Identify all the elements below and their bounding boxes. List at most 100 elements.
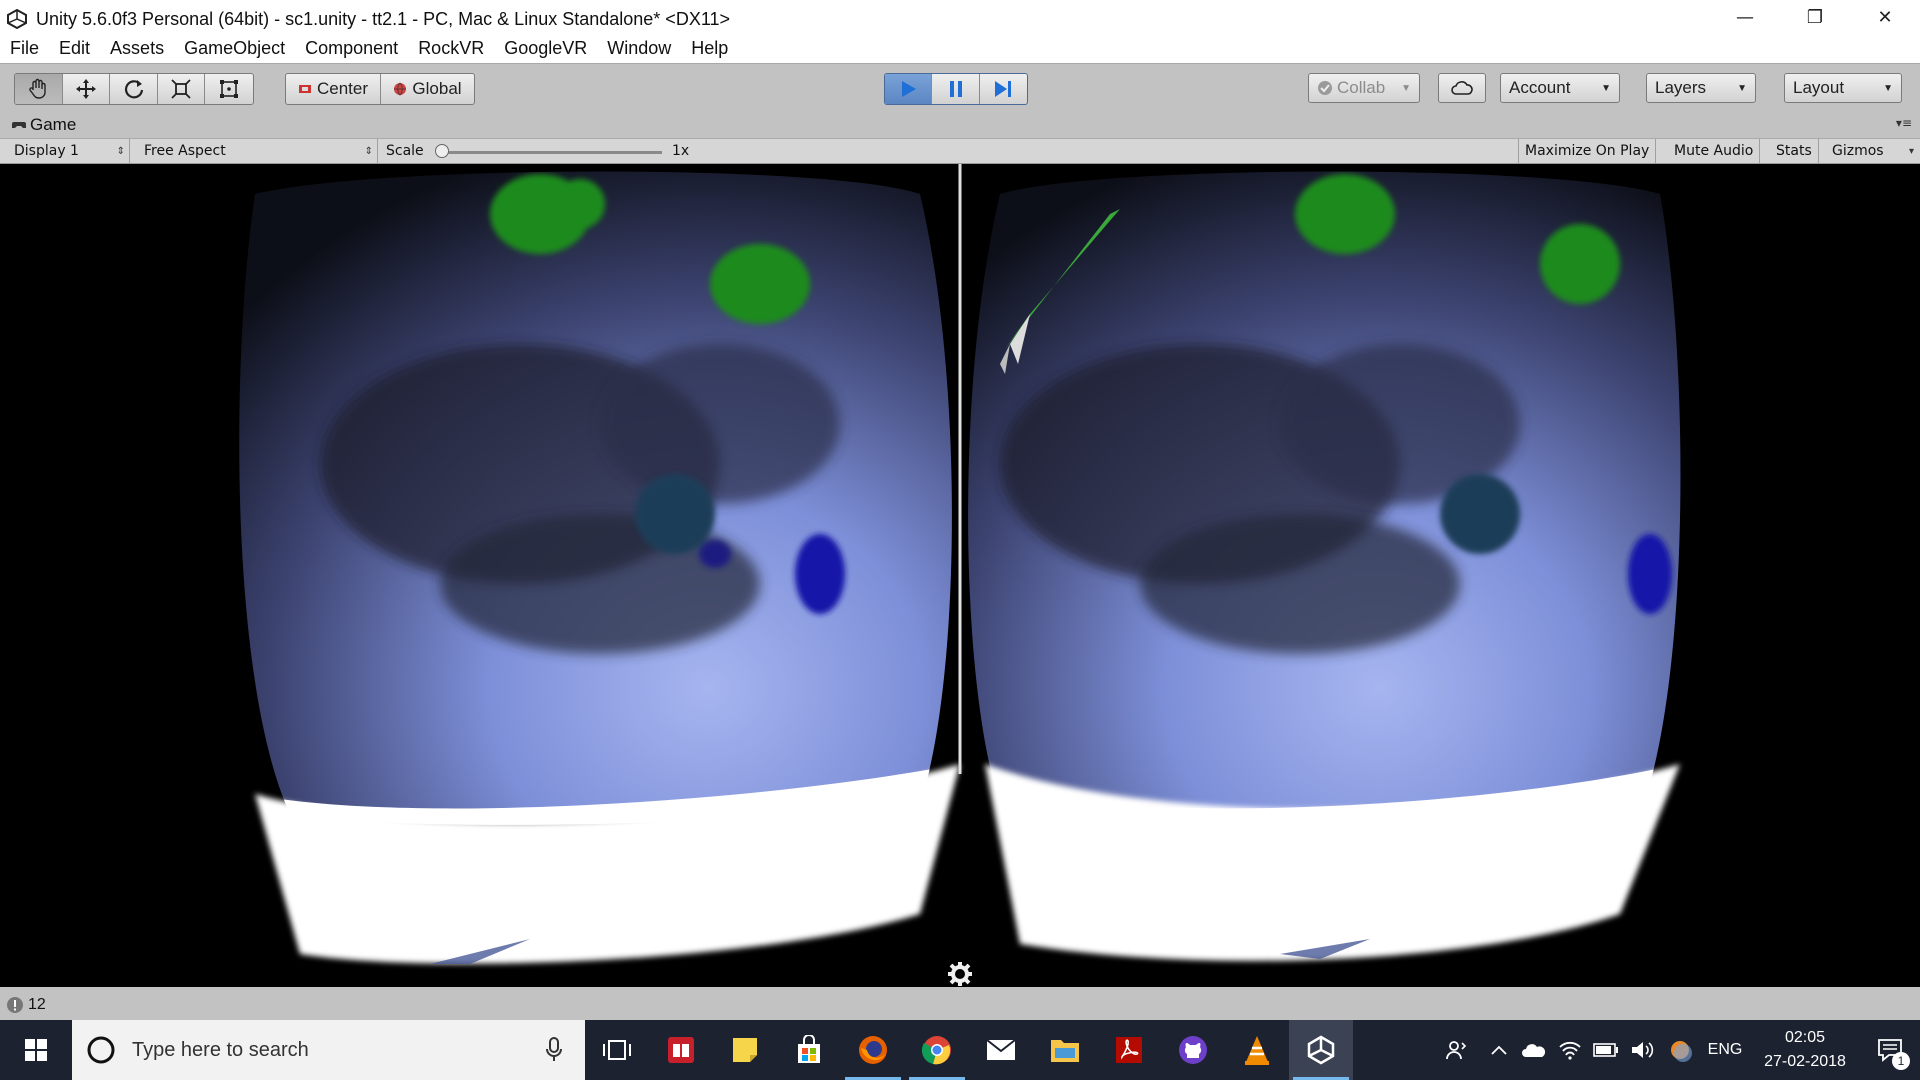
account-label: Account [1509,78,1571,97]
main-toolbar: Center Global Collab ▼ Account ▼ Layers … [0,65,1920,112]
folder-icon [1051,1040,1079,1062]
layers-dropdown[interactable]: Layers ▼ [1646,73,1756,103]
pivot-controls: Center Global [285,73,475,105]
clock[interactable]: 02:05 27-02-2018 [1750,1026,1860,1074]
menu-gameobject[interactable]: GameObject [184,38,285,59]
taskbar-mail[interactable] [969,1020,1033,1080]
pivot-center-button[interactable]: Center [286,74,381,104]
mail-icon [986,1039,1016,1060]
clock-time: 02:05 [1784,1029,1826,1046]
taskbar-chrome[interactable] [905,1020,969,1080]
cloud-icon [1451,81,1473,95]
panel-menu-icon[interactable]: ▾≡ [1896,116,1912,130]
volume-icon[interactable] [1624,1020,1660,1080]
scale-icon [171,79,191,99]
wifi-icon[interactable] [1552,1020,1588,1080]
search-placeholder: Type here to search [132,1038,309,1061]
play-button[interactable] [885,74,933,104]
weather-icon[interactable] [1660,1020,1700,1080]
warning-icon [7,997,23,1013]
stats-toggle[interactable]: Stats [1770,139,1819,163]
taskbar-store[interactable] [777,1020,841,1080]
rotate-tool-button[interactable] [110,74,158,104]
scale-label: Scale [386,143,424,159]
onedrive-icon[interactable] [1516,1020,1552,1080]
taskbar-unity[interactable] [1289,1020,1353,1080]
menu-component[interactable]: Component [305,38,398,59]
taskbar-reader-app[interactable] [649,1020,713,1080]
space-global-button[interactable]: Global [381,74,474,104]
game-view-header: Game ▾≡ [0,114,1920,136]
restore-button[interactable]: ❐ [1780,0,1850,34]
taskbar-vlc[interactable] [1225,1020,1289,1080]
layout-dropdown[interactable]: Layout ▼ [1784,73,1902,103]
taskbar-github[interactable] [1161,1020,1225,1080]
chevron-down-icon: ▼ [1601,82,1611,94]
sticky-notes-icon [733,1038,757,1062]
acrobat-icon [1116,1037,1142,1063]
updown-arrows-icon: ⇕ [364,145,373,157]
warning-count: 12 [28,996,46,1013]
globe-icon [394,82,407,96]
scale-slider-track[interactable] [440,151,662,154]
aspect-select[interactable]: Free Aspect ⇕ [138,139,378,163]
menu-window[interactable]: Window [607,38,671,59]
rect-transform-icon [220,80,239,98]
chevron-down-icon: ▼ [1737,82,1747,94]
language-indicator[interactable]: ENG [1700,1020,1750,1080]
display-label: Display 1 [14,143,79,159]
step-button[interactable] [980,74,1027,104]
task-view-button[interactable] [585,1020,649,1080]
task-view-icon [603,1040,631,1060]
scale-value: 1x [672,143,690,159]
chrome-icon [921,1036,951,1065]
menu-bar: File Edit Assets GameObject Component Ro… [0,34,1920,64]
checkmark-icon [1318,81,1332,95]
search-box[interactable]: Type here to search [72,1020,585,1080]
scale-tool-button[interactable] [158,74,206,104]
taskbar-acrobat[interactable] [1097,1020,1161,1080]
cloud-button[interactable] [1438,73,1486,103]
window-title: Unity 5.6.0f3 Personal (64bit) - sc1.uni… [36,8,731,29]
mute-audio-toggle[interactable]: Mute Audio [1668,139,1761,163]
start-button[interactable] [0,1020,72,1080]
chevron-down-icon: ▼ [1883,82,1893,94]
vr-stereo-render [239,164,1681,964]
microphone-icon[interactable] [545,1037,563,1063]
close-button[interactable]: ✕ [1850,0,1920,34]
menu-rockvr[interactable]: RockVR [418,38,484,59]
layout-label: Layout [1793,78,1845,97]
battery-icon[interactable] [1588,1020,1624,1080]
scale-slider-knob[interactable] [435,144,449,158]
hand-icon [29,78,46,99]
account-dropdown[interactable]: Account ▼ [1500,73,1620,103]
game-view-toolbar: Display 1 ⇕ Free Aspect ⇕ Scale 1x Maxim… [0,138,1920,164]
pause-button[interactable] [932,74,980,104]
action-center-button[interactable]: 1 [1860,1020,1920,1080]
menu-googlevr[interactable]: GoogleVR [504,38,587,59]
menu-assets[interactable]: Assets [110,38,164,59]
people-icon[interactable] [1432,1020,1482,1080]
menu-file[interactable]: File [10,38,39,59]
console-warning[interactable]: 12 [6,996,46,1014]
display-select[interactable]: Display 1 ⇕ [8,139,130,163]
move-tool-button[interactable] [63,74,111,104]
gizmos-label: Gizmos [1832,143,1884,159]
menu-help[interactable]: Help [691,38,728,59]
taskbar-firefox[interactable] [841,1020,905,1080]
minimize-button[interactable]: — [1710,0,1780,34]
firefox-icon [859,1036,887,1064]
hand-tool-button[interactable] [15,74,63,104]
rect-tool-button[interactable] [205,74,253,104]
collab-dropdown[interactable]: Collab ▼ [1308,73,1420,103]
gear-icon[interactable] [946,960,974,987]
game-tab[interactable]: Game [12,115,76,135]
menu-edit[interactable]: Edit [59,38,90,59]
playback-controls [884,73,1028,105]
maximize-on-play-toggle[interactable]: Maximize On Play [1518,139,1657,163]
game-viewport[interactable] [0,164,1920,987]
taskbar-file-explorer[interactable] [1033,1020,1097,1080]
chevron-up-icon[interactable] [1482,1020,1516,1080]
taskbar-sticky-notes[interactable] [713,1020,777,1080]
gizmos-dropdown[interactable]: Gizmos ▾ [1826,139,1918,163]
